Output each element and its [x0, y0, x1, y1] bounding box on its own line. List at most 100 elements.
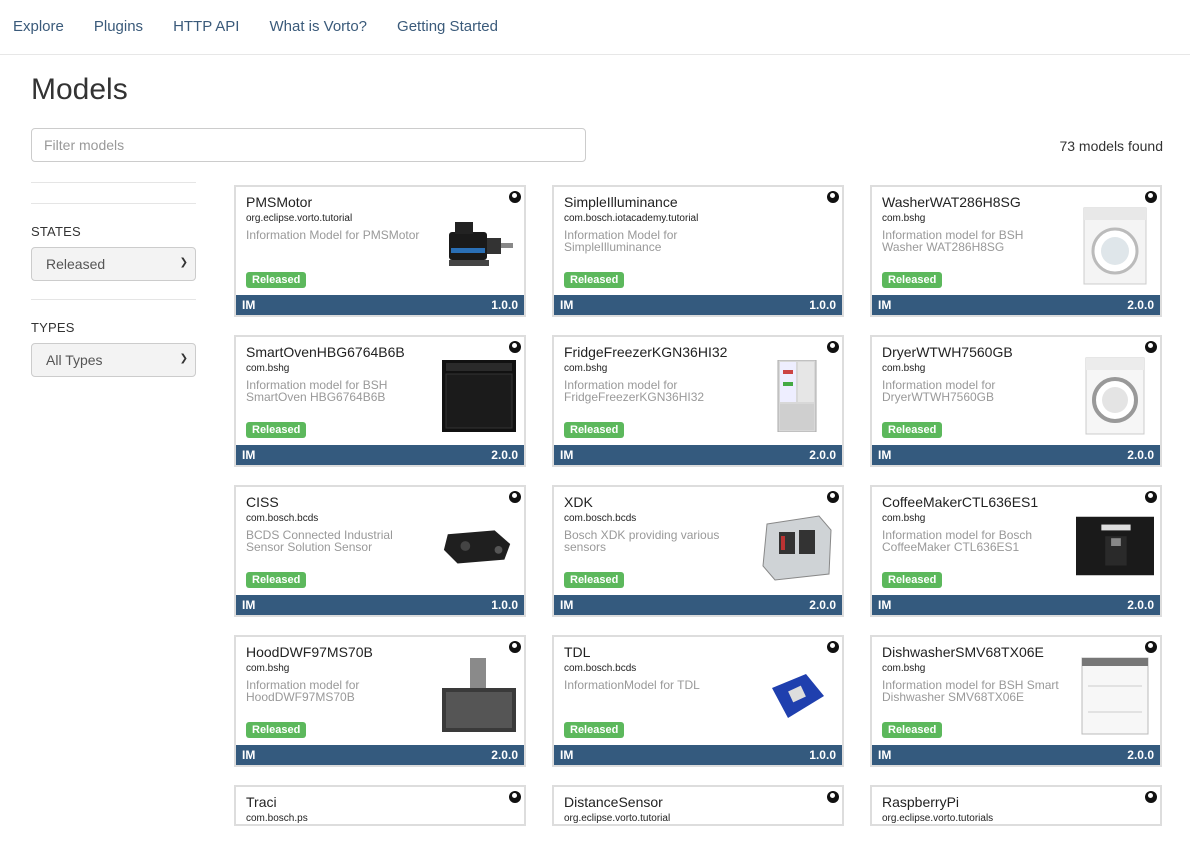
- model-footer-bar: IM 2.0.0: [872, 595, 1160, 615]
- model-footer-bar: IM 2.0.0: [236, 445, 524, 465]
- model-description: Information model for DryerWTWH7560GB: [882, 378, 996, 404]
- model-type: IM: [560, 298, 574, 312]
- model-version: 2.0.0: [809, 598, 836, 612]
- model-name[interactable]: DryerWTWH7560GB: [882, 344, 1013, 360]
- model-card[interactable]: CoffeeMakerCTL636ES1 com.bshg Information …: [870, 485, 1162, 617]
- model-footer-bar: IM 2.0.0: [872, 445, 1160, 465]
- model-card[interactable]: CISS com.bosch.bcds BCDS Connected Industr…: [234, 485, 526, 617]
- status-badge: Released: [882, 572, 943, 588]
- status-badge: Released: [246, 272, 307, 288]
- model-name[interactable]: HoodDWF97MS70B: [246, 644, 373, 660]
- public-globe-icon: [509, 491, 521, 503]
- model-name[interactable]: SimpleIlluminance: [564, 194, 678, 210]
- model-description: Information model for BSH Washer WAT286H…: [882, 228, 1024, 254]
- public-globe-icon: [509, 191, 521, 203]
- model-footer-bar: IM 1.0.0: [554, 295, 842, 315]
- status-badge: Released: [564, 272, 625, 288]
- model-type: IM: [560, 598, 574, 612]
- model-version: 2.0.0: [491, 448, 518, 462]
- model-name[interactable]: TDL: [564, 644, 590, 660]
- nav-getting-started[interactable]: Getting Started: [397, 5, 498, 49]
- model-type: IM: [878, 448, 892, 462]
- model-card[interactable]: HoodDWF97MS70B com.bshg Information model …: [234, 635, 526, 767]
- top-navbar: Explore Plugins HTTP API What is Vorto? …: [0, 0, 1190, 55]
- model-namespace: com.bshg: [882, 363, 926, 374]
- states-select-wrap: Released ❯: [31, 247, 196, 281]
- model-card[interactable]: XDK com.bosch.bcds Bosch XDK providing var…: [552, 485, 844, 617]
- model-namespace: org.eclipse.vorto.tutorials: [882, 813, 994, 824]
- status-badge: Released: [564, 422, 625, 438]
- model-description: Information model for FridgeFreezerKGN36…: [564, 378, 705, 404]
- model-name[interactable]: XDK: [564, 494, 593, 510]
- model-type: IM: [878, 748, 892, 762]
- model-name[interactable]: RaspberryPi: [882, 794, 959, 810]
- model-type: IM: [242, 748, 256, 762]
- model-namespace: com.bshg: [882, 213, 926, 224]
- divider: [31, 299, 196, 300]
- model-type: IM: [560, 748, 574, 762]
- models-count: 73 models found: [1059, 138, 1163, 154]
- model-card[interactable]: Traci com.bosch.ps: [234, 785, 526, 826]
- filter-models-input[interactable]: [31, 128, 586, 162]
- washer-image: [1076, 207, 1154, 285]
- types-select-wrap: All Types ❯: [31, 343, 196, 377]
- model-footer-bar: IM 2.0.0: [554, 445, 842, 465]
- model-namespace: org.eclipse.vorto.tutorial: [246, 213, 353, 224]
- model-card[interactable]: WasherWAT286H8SG com.bshg Information mode…: [870, 185, 1162, 317]
- divider: [31, 182, 196, 183]
- model-footer-bar: IM 2.0.0: [236, 745, 524, 765]
- model-namespace: com.bosch.bcds: [564, 663, 637, 674]
- model-description: Information Model for PMSMotor: [246, 228, 420, 242]
- states-select[interactable]: Released: [31, 247, 196, 281]
- model-name[interactable]: SmartOvenHBG6764B6B: [246, 344, 405, 360]
- model-version: 2.0.0: [1127, 448, 1154, 462]
- nav-http-api[interactable]: HTTP API: [173, 5, 239, 49]
- model-name[interactable]: CoffeeMakerCTL636ES1: [882, 494, 1038, 510]
- nav-explore[interactable]: Explore: [13, 5, 64, 49]
- model-type: IM: [242, 598, 256, 612]
- public-globe-icon: [827, 341, 839, 353]
- model-description: Information model for HoodDWF97MS70B: [246, 678, 360, 704]
- public-globe-icon: [827, 191, 839, 203]
- model-namespace: com.bosch.bcds: [246, 513, 319, 524]
- xdk-image: [758, 509, 836, 583]
- ciss-image: [440, 509, 518, 583]
- model-name[interactable]: PMSMotor: [246, 194, 312, 210]
- public-globe-icon: [1145, 491, 1157, 503]
- types-select[interactable]: All Types: [31, 343, 196, 377]
- model-card[interactable]: FridgeFreezerKGN36HI32 com.bshg Informatio…: [552, 335, 844, 467]
- status-badge: Released: [882, 722, 943, 738]
- model-type: IM: [242, 298, 256, 312]
- model-namespace: com.bosch.bcds: [564, 513, 637, 524]
- model-name[interactable]: WasherWAT286H8SG: [882, 194, 1021, 210]
- public-globe-icon: [827, 491, 839, 503]
- model-description: Information Model for SimpleIlluminance: [564, 228, 678, 254]
- model-card[interactable]: SimpleIlluminance com.bosch.iotacademy.tu…: [552, 185, 844, 317]
- model-version: 2.0.0: [1127, 748, 1154, 762]
- model-name[interactable]: CISS: [246, 494, 279, 510]
- nav-what-is-vorto[interactable]: What is Vorto?: [269, 5, 367, 49]
- model-card[interactable]: TDL com.bosch.bcds InformationModel for TD…: [552, 635, 844, 767]
- divider: [31, 203, 196, 204]
- model-card[interactable]: DishwasherSMV68TX06E com.bshg Information …: [870, 635, 1162, 767]
- status-badge: Released: [246, 422, 307, 438]
- status-badge: Released: [246, 572, 307, 588]
- model-name[interactable]: DistanceSensor: [564, 794, 663, 810]
- model-card[interactable]: PMSMotor org.eclipse.vorto.tutorial Inform…: [234, 185, 526, 317]
- model-card[interactable]: SmartOvenHBG6764B6B com.bshg Information m…: [234, 335, 526, 467]
- model-footer-bar: IM 2.0.0: [554, 595, 842, 615]
- nav-plugins[interactable]: Plugins: [94, 5, 143, 49]
- status-badge: Released: [882, 422, 943, 438]
- model-card[interactable]: RaspberryPi org.eclipse.vorto.tutorials: [870, 785, 1162, 826]
- model-name[interactable]: Traci: [246, 794, 277, 810]
- filter-sidebar: STATES Released ❯ TYPES All Types ❯: [31, 182, 196, 377]
- model-name[interactable]: DishwasherSMV68TX06E: [882, 644, 1044, 660]
- model-version: 2.0.0: [1127, 598, 1154, 612]
- model-card[interactable]: DryerWTWH7560GB com.bshg Information model…: [870, 335, 1162, 467]
- model-version: 2.0.0: [1127, 298, 1154, 312]
- model-name[interactable]: FridgeFreezerKGN36HI32: [564, 344, 727, 360]
- model-footer-bar: IM 1.0.0: [236, 295, 524, 315]
- public-globe-icon: [1145, 791, 1157, 803]
- model-version: 1.0.0: [809, 748, 836, 762]
- model-card[interactable]: DistanceSensor org.eclipse.vorto.tutorial: [552, 785, 844, 826]
